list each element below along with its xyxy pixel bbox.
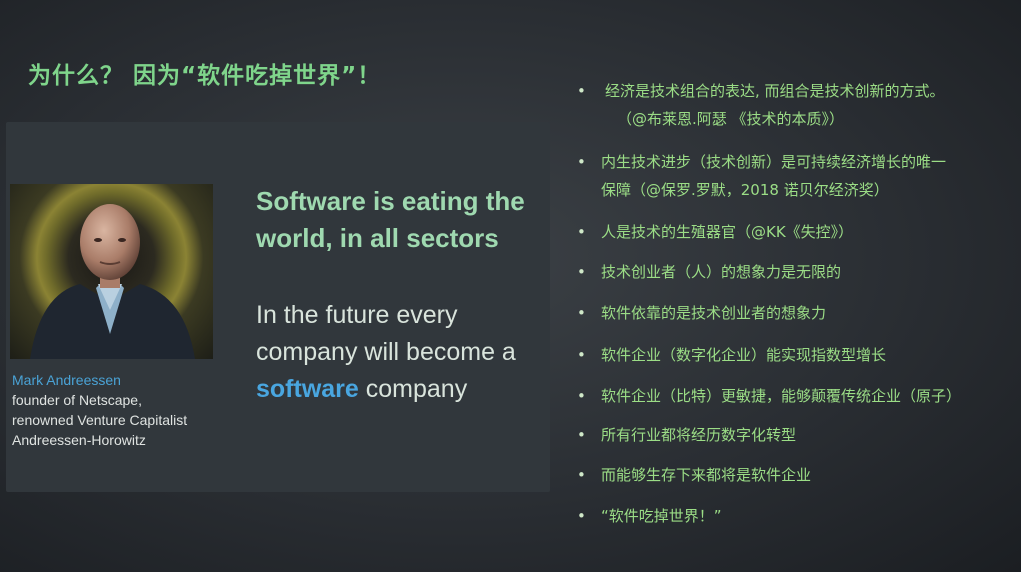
bullet-text-cont: 保障（@保罗.罗默，2018 诺贝尔经济奖） [601,181,889,199]
bullet-dot: • [577,466,586,484]
bullet-text: 所有行业都将经历数字化转型 [601,426,797,444]
bullet-text: 软件企业（数字化企业）能实现指数型增长 [601,346,887,364]
bullet-dot: • [577,223,586,241]
bullet-dot: • [577,507,586,525]
bullet-dot: • [577,263,586,281]
bullet-dot: • [577,346,586,364]
presentation-slide: 为什么？ 因为“软件吃掉世界”！ Mark Andreessen founder… [0,0,1021,572]
bullet-text: 人是技术的生殖器官（@KK《失控》） [601,223,854,241]
bullet-text: 经济是技术组合的表达, 而组合是技术创新的方式。 [605,82,945,100]
bullet-text: 而能够生存下来都将是软件企业 [601,466,812,484]
bullet-text: 技术创业者（人）的想象力是无限的 [601,263,842,281]
bullet-dot: • [577,426,586,444]
bullet-text-cont: （@布莱恩.阿瑟 《技术的本质》） [617,110,845,128]
bullet-dot: • [577,153,586,171]
bullet-text: 内生技术进步（技术创新）是可持续经济增长的唯一 [601,153,947,171]
bullet-text: 软件企业（比特）更敏捷，能够颠覆传统企业（原子） [601,387,962,405]
bullet-text: “软件吃掉世界！” [601,507,722,525]
bullet-text: 软件依靠的是技术创业者的想象力 [601,304,827,322]
bullet-list: • 经济是技术组合的表达, 而组合是技术创新的方式。 （@布莱恩.阿瑟 《技术的… [0,0,1021,572]
bullet-dot: • [577,82,586,100]
bullet-dot: • [577,387,586,405]
bullet-dot: • [577,304,586,322]
